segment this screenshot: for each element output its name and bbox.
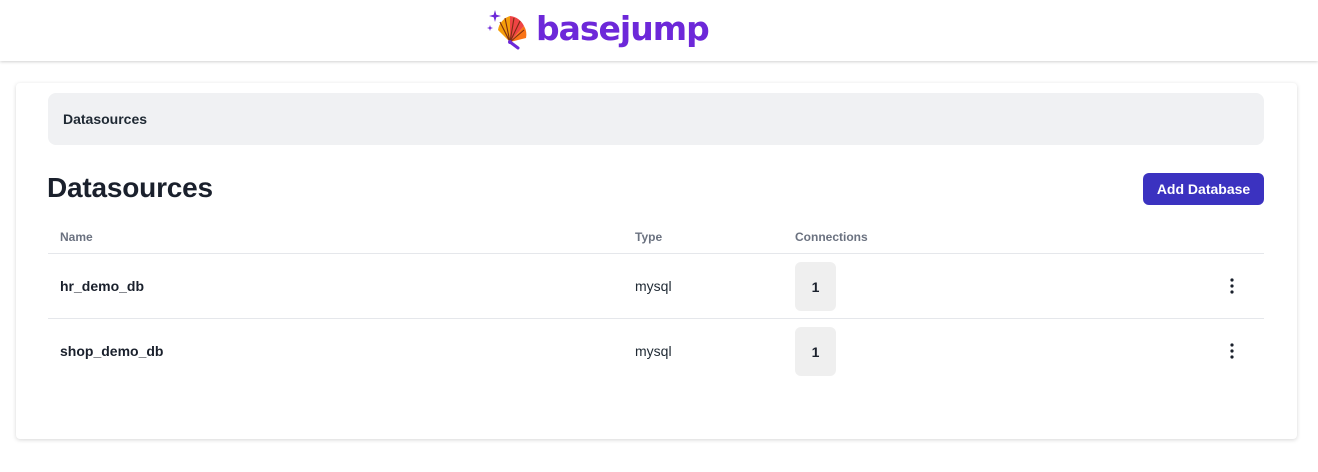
breadcrumb-item-datasources[interactable]: Datasources bbox=[63, 111, 147, 127]
datasource-name[interactable]: shop_demo_db bbox=[60, 343, 163, 359]
fan-sparkle-icon bbox=[487, 10, 527, 50]
brand-logo[interactable]: basejump bbox=[486, 8, 710, 50]
connections-count-badge: 1 bbox=[795, 262, 836, 311]
table-row[interactable]: hr_demo_db mysql 1 bbox=[48, 254, 1264, 319]
column-header-type: Type bbox=[635, 230, 663, 244]
datasource-type: mysql bbox=[635, 278, 672, 294]
brand-name: basejump bbox=[536, 8, 710, 48]
page-title: Datasources bbox=[47, 172, 213, 203]
datasources-table: Name Type Connections hr_demo_db mysql 1… bbox=[48, 221, 1264, 384]
more-vertical-icon[interactable] bbox=[1220, 274, 1244, 298]
more-vertical-icon[interactable] bbox=[1220, 339, 1244, 363]
datasource-name[interactable]: hr_demo_db bbox=[60, 278, 144, 294]
top-navbar: basejump bbox=[0, 0, 1318, 61]
datasource-type: mysql bbox=[635, 343, 672, 359]
breadcrumb: Datasources bbox=[48, 93, 1264, 145]
datasources-card: Datasources Datasources Add Database Nam… bbox=[16, 83, 1297, 439]
add-database-button[interactable]: Add Database bbox=[1143, 173, 1264, 205]
column-header-name: Name bbox=[60, 230, 93, 244]
column-header-connections: Connections bbox=[795, 230, 868, 244]
table-header: Name Type Connections bbox=[48, 221, 1264, 254]
connections-count-badge: 1 bbox=[795, 327, 836, 376]
table-row[interactable]: shop_demo_db mysql 1 bbox=[48, 319, 1264, 384]
